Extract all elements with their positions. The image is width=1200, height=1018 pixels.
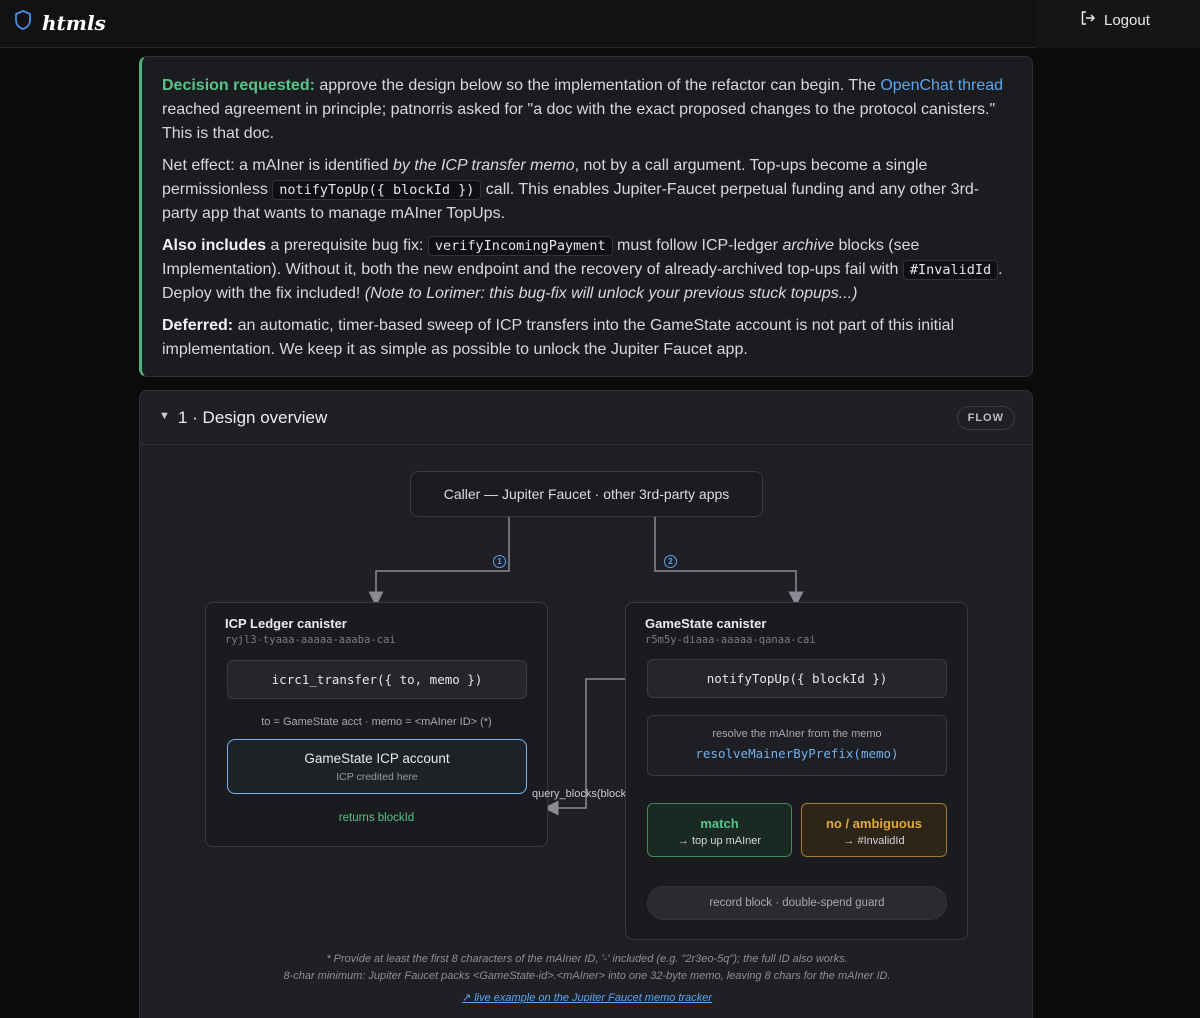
invalid-id-code: #InvalidId	[902, 260, 999, 280]
flow-badge: FLOW	[956, 406, 1015, 430]
decision-label: Decision requested:	[162, 77, 315, 94]
caret-down-icon[interactable]: ▼	[159, 410, 170, 422]
decision-text: approve the design below so the implemen…	[314, 77, 881, 94]
gamestate-title: GameState canister	[645, 616, 767, 631]
match-subtitle: → top up mAIner	[677, 835, 762, 847]
icrc1-transfer-call: icrc1_transfer({ to, memo })	[227, 660, 527, 699]
top-bar: htmls Logout	[0, 0, 1200, 48]
record-block-step: record block · double-spend guard	[647, 886, 947, 920]
footnote-link-row: ↗ live example on the Jupiter Faucet mem…	[140, 991, 1034, 1004]
memo-tracker-link[interactable]: ↗ live example on the Jupiter Faucet mem…	[462, 992, 712, 1004]
decision-callout: Decision requested: approve the design b…	[139, 56, 1033, 377]
gamestate-canister-id: r5m5y-diaaa-aaaaa-qanaa-cai	[645, 634, 816, 646]
decision-text-cont: reached agreement in principle; patnorri…	[162, 101, 996, 142]
openchat-thread-link[interactable]: OpenChat thread	[880, 77, 1003, 94]
returns-blockid: returns blockId	[338, 812, 415, 824]
logout-button[interactable]: Logout	[1080, 10, 1150, 30]
resolve-mainer-box: resolve the mAIner from the memo resolve…	[647, 715, 947, 776]
section-title: 1 · Design overview	[178, 408, 328, 427]
gamestate-canister: GameState canister r5m5y-diaaa-aaaaa-qan…	[625, 602, 968, 940]
callout-paragraph-decision: Decision requested: approve the design b…	[162, 74, 1012, 146]
no-match-title: no / ambiguous	[825, 816, 923, 831]
transfer-note: to = GameState acct · memo = <mAIner ID>…	[261, 716, 492, 728]
brand[interactable]: htmls	[14, 10, 106, 35]
also-includes-label: Also includes	[162, 237, 267, 254]
net-effect-emphasis: by the ICP transfer memo	[392, 157, 575, 174]
flow-diagram: 1 2 Caller — Jupiter Faucet · other 3rd-…	[140, 445, 1034, 1018]
logout-area: Logout	[1036, 0, 1200, 48]
verify-payment-code: verifyIncomingPayment	[427, 236, 613, 256]
shield-icon	[14, 10, 32, 35]
logout-icon	[1080, 10, 1096, 30]
resolve-function: resolveMainerByPrefix(memo)	[695, 746, 899, 761]
deferred-label: Deferred:	[162, 317, 234, 334]
query-blocks-label: query_blocks(blockId)	[532, 788, 639, 800]
callout-paragraph-deferred: Deferred: an automatic, timer-based swee…	[162, 314, 1012, 362]
caller-box: Caller — Jupiter Faucet · other 3rd-part…	[410, 471, 763, 517]
step-2-badge: 2	[664, 555, 677, 568]
callout-paragraph-net-effect: Net effect: a mAIner is identified by th…	[162, 154, 1012, 226]
logout-label: Logout	[1104, 11, 1150, 29]
ledger-canister-id: ryjl3-tyaaa-aaaaa-aaaba-cai	[225, 634, 396, 646]
arrow-caller-to-ledger	[368, 517, 510, 607]
design-overview-section: ▼ 1 · Design overview FLOW 1 2 Caller — …	[139, 390, 1033, 1018]
brand-name: htmls	[42, 10, 106, 35]
lorimer-note: (Note to Lorimer: this bug-fix will unlo…	[364, 285, 858, 302]
callout-paragraph-bugfix: Also includes a prerequisite bug fix: ve…	[162, 234, 1012, 306]
account-subtitle: ICP credited here	[336, 771, 418, 783]
step-1-badge: 1	[493, 555, 506, 568]
archive-emphasis: archive	[782, 237, 835, 254]
no-match-outcome: no / ambiguous → #InvalidId	[801, 803, 947, 857]
gamestate-icp-account: GameState ICP account ICP credited here	[227, 739, 527, 794]
footnote-1: * Provide at least the first 8 character…	[326, 953, 848, 965]
footnote-2: 8-char minimum: Jupiter Faucet packs <Ga…	[283, 970, 891, 982]
match-outcome: match → top up mAIner	[647, 803, 792, 857]
section-header[interactable]: ▼ 1 · Design overview FLOW	[140, 391, 1032, 445]
match-title: match	[700, 816, 739, 831]
icp-ledger-canister: ICP Ledger canister ryjl3-tyaaa-aaaaa-aa…	[205, 602, 548, 847]
ledger-title: ICP Ledger canister	[225, 616, 347, 631]
notify-topup-call: notifyTopUp({ blockId })	[647, 659, 947, 698]
bugfix-text-2: must follow ICP-ledger	[612, 237, 783, 254]
net-effect-text: Net effect: a mAIner is identified	[162, 157, 393, 174]
bugfix-text: a prerequisite bug fix:	[266, 237, 428, 254]
account-title: GameState ICP account	[304, 751, 450, 766]
resolve-label: resolve the mAIner from the memo	[712, 728, 882, 740]
notify-topup-code: notifyTopUp({ blockId })	[272, 180, 482, 200]
deferred-text: an automatic, timer-based sweep of ICP t…	[162, 317, 955, 358]
no-match-subtitle: → #InvalidId	[843, 835, 905, 847]
